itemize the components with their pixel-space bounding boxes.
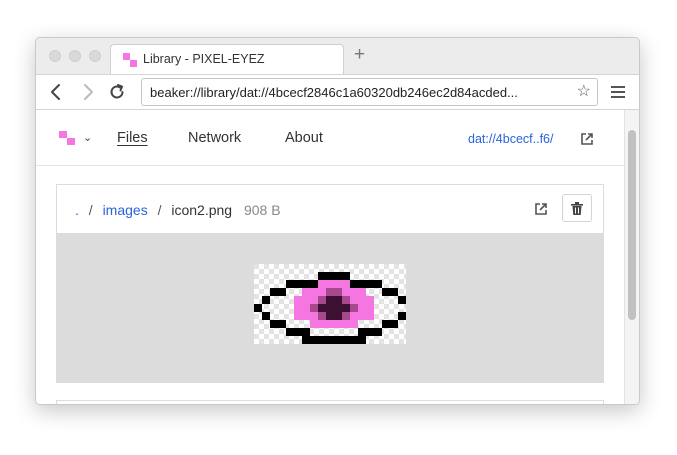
scrollbar-thumb[interactable] bbox=[628, 130, 636, 320]
reload-icon[interactable] bbox=[107, 82, 127, 102]
scrollbar[interactable] bbox=[624, 110, 639, 404]
trash-icon bbox=[571, 202, 583, 215]
url-bar[interactable]: beaker://library/dat://4bcecf2846c1a6032… bbox=[141, 78, 598, 106]
image-preview-area bbox=[57, 233, 603, 382]
forward-arrow-icon[interactable] bbox=[78, 82, 98, 102]
browser-tab[interactable]: Library - PIXEL-EYEZ bbox=[110, 44, 344, 75]
bookmark-star-icon[interactable]: ☆ bbox=[577, 83, 591, 101]
favicon-icon bbox=[123, 53, 137, 67]
file-size: 908 B bbox=[243, 202, 281, 218]
open-external-icon[interactable] bbox=[534, 202, 548, 216]
file-name: icon2.png bbox=[171, 202, 233, 218]
title-bar: Library - PIXEL-EYEZ + bbox=[36, 38, 639, 75]
minimize-window-button[interactable] bbox=[69, 50, 81, 62]
nav-link-files[interactable]: Files bbox=[117, 130, 148, 146]
breadcrumb-root[interactable]: . bbox=[75, 202, 79, 218]
close-window-button[interactable] bbox=[49, 50, 61, 62]
file-panel: . / images / icon2.png 908 B bbox=[56, 184, 604, 383]
breadcrumb: . / images / icon2.png 908 B bbox=[75, 202, 281, 218]
delete-button[interactable] bbox=[562, 194, 592, 222]
dat-url-link[interactable]: dat://4bcecf..f6/ bbox=[468, 132, 553, 146]
url-text[interactable]: beaker://library/dat://4bcecf2846c1a6032… bbox=[150, 85, 560, 100]
eye-pixel-art-image bbox=[254, 264, 406, 344]
browser-toolbar: beaker://library/dat://4bcecf2846c1a6032… bbox=[36, 74, 639, 110]
page-content: ⌄ Files Network About dat://4bcecf..f6/ … bbox=[36, 110, 639, 404]
share-icon[interactable] bbox=[580, 132, 594, 146]
new-tab-button[interactable]: + bbox=[354, 45, 365, 65]
browser-window: Library - PIXEL-EYEZ + beaker://library/… bbox=[35, 37, 640, 405]
breadcrumb-separator: / bbox=[157, 202, 162, 218]
chevron-down-icon[interactable]: ⌄ bbox=[83, 131, 92, 144]
next-panel bbox=[56, 400, 604, 404]
hamburger-menu-icon[interactable] bbox=[610, 84, 626, 100]
breadcrumb-folder[interactable]: images bbox=[103, 202, 148, 218]
nav-link-network[interactable]: Network bbox=[188, 130, 241, 146]
tab-title: Library - PIXEL-EYEZ bbox=[143, 52, 265, 66]
breadcrumb-separator: / bbox=[88, 202, 93, 218]
nav-link-about[interactable]: About bbox=[285, 130, 323, 146]
maximize-window-button[interactable] bbox=[89, 50, 101, 62]
back-arrow-icon[interactable] bbox=[46, 82, 66, 102]
site-logo-icon[interactable] bbox=[59, 131, 79, 146]
site-nav: ⌄ Files Network About dat://4bcecf..f6/ bbox=[36, 110, 624, 166]
